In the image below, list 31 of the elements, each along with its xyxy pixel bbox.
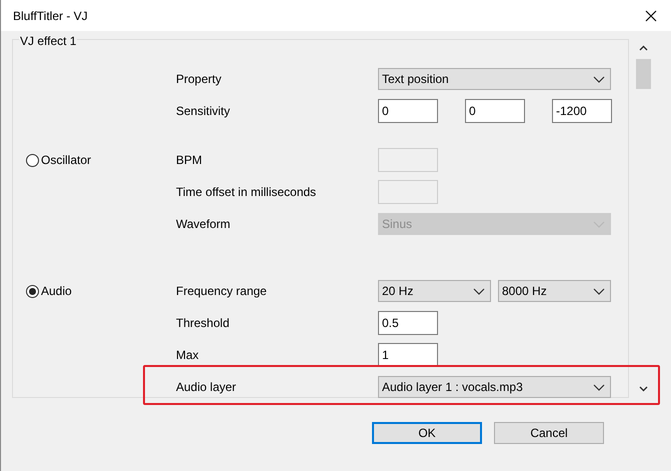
field-label: Max <box>176 347 200 364</box>
input-field[interactable]: 0 <box>465 99 525 123</box>
field-label: Time offset in milliseconds <box>176 184 318 201</box>
field-label: Sensitivity <box>176 103 232 120</box>
radio-button[interactable]: Audio <box>26 282 72 300</box>
window-title: BluffTitler - VJ <box>13 8 88 24</box>
scroll-down-icon[interactable] <box>639 386 648 392</box>
dropdown[interactable]: 20 Hz <box>378 280 491 302</box>
dialog-button[interactable]: Cancel <box>494 422 604 444</box>
field-label: Waveform <box>176 216 232 233</box>
field-label: Property <box>176 71 222 88</box>
close-icon[interactable] <box>645 10 657 22</box>
radio-button[interactable]: Oscillator <box>26 151 92 169</box>
dropdown[interactable]: Text position <box>378 68 611 90</box>
chevron-down-icon <box>593 384 605 390</box>
dropdown[interactable]: Audio layer 1 : vocals.mp3 <box>378 376 611 398</box>
chevron-down-icon <box>593 288 605 294</box>
input-field[interactable]: 1 <box>378 343 438 367</box>
chevron-down-icon <box>593 76 605 82</box>
chevron-down-icon <box>473 288 485 294</box>
field-label: BPM <box>176 152 204 169</box>
scroll-up-icon[interactable] <box>639 45 648 51</box>
input-field[interactable]: 0.5 <box>378 311 438 335</box>
input-field[interactable]: 0 <box>378 99 438 123</box>
field-label: Threshold <box>176 315 230 332</box>
input-field[interactable]: -1200 <box>552 99 612 123</box>
field-label: Frequency range <box>176 283 268 300</box>
dialog-button[interactable]: OK <box>372 422 482 444</box>
field-label: Audio layer <box>176 379 238 396</box>
dropdown[interactable]: 8000 Hz <box>498 280 611 302</box>
scroll-thumb[interactable] <box>636 59 651 89</box>
